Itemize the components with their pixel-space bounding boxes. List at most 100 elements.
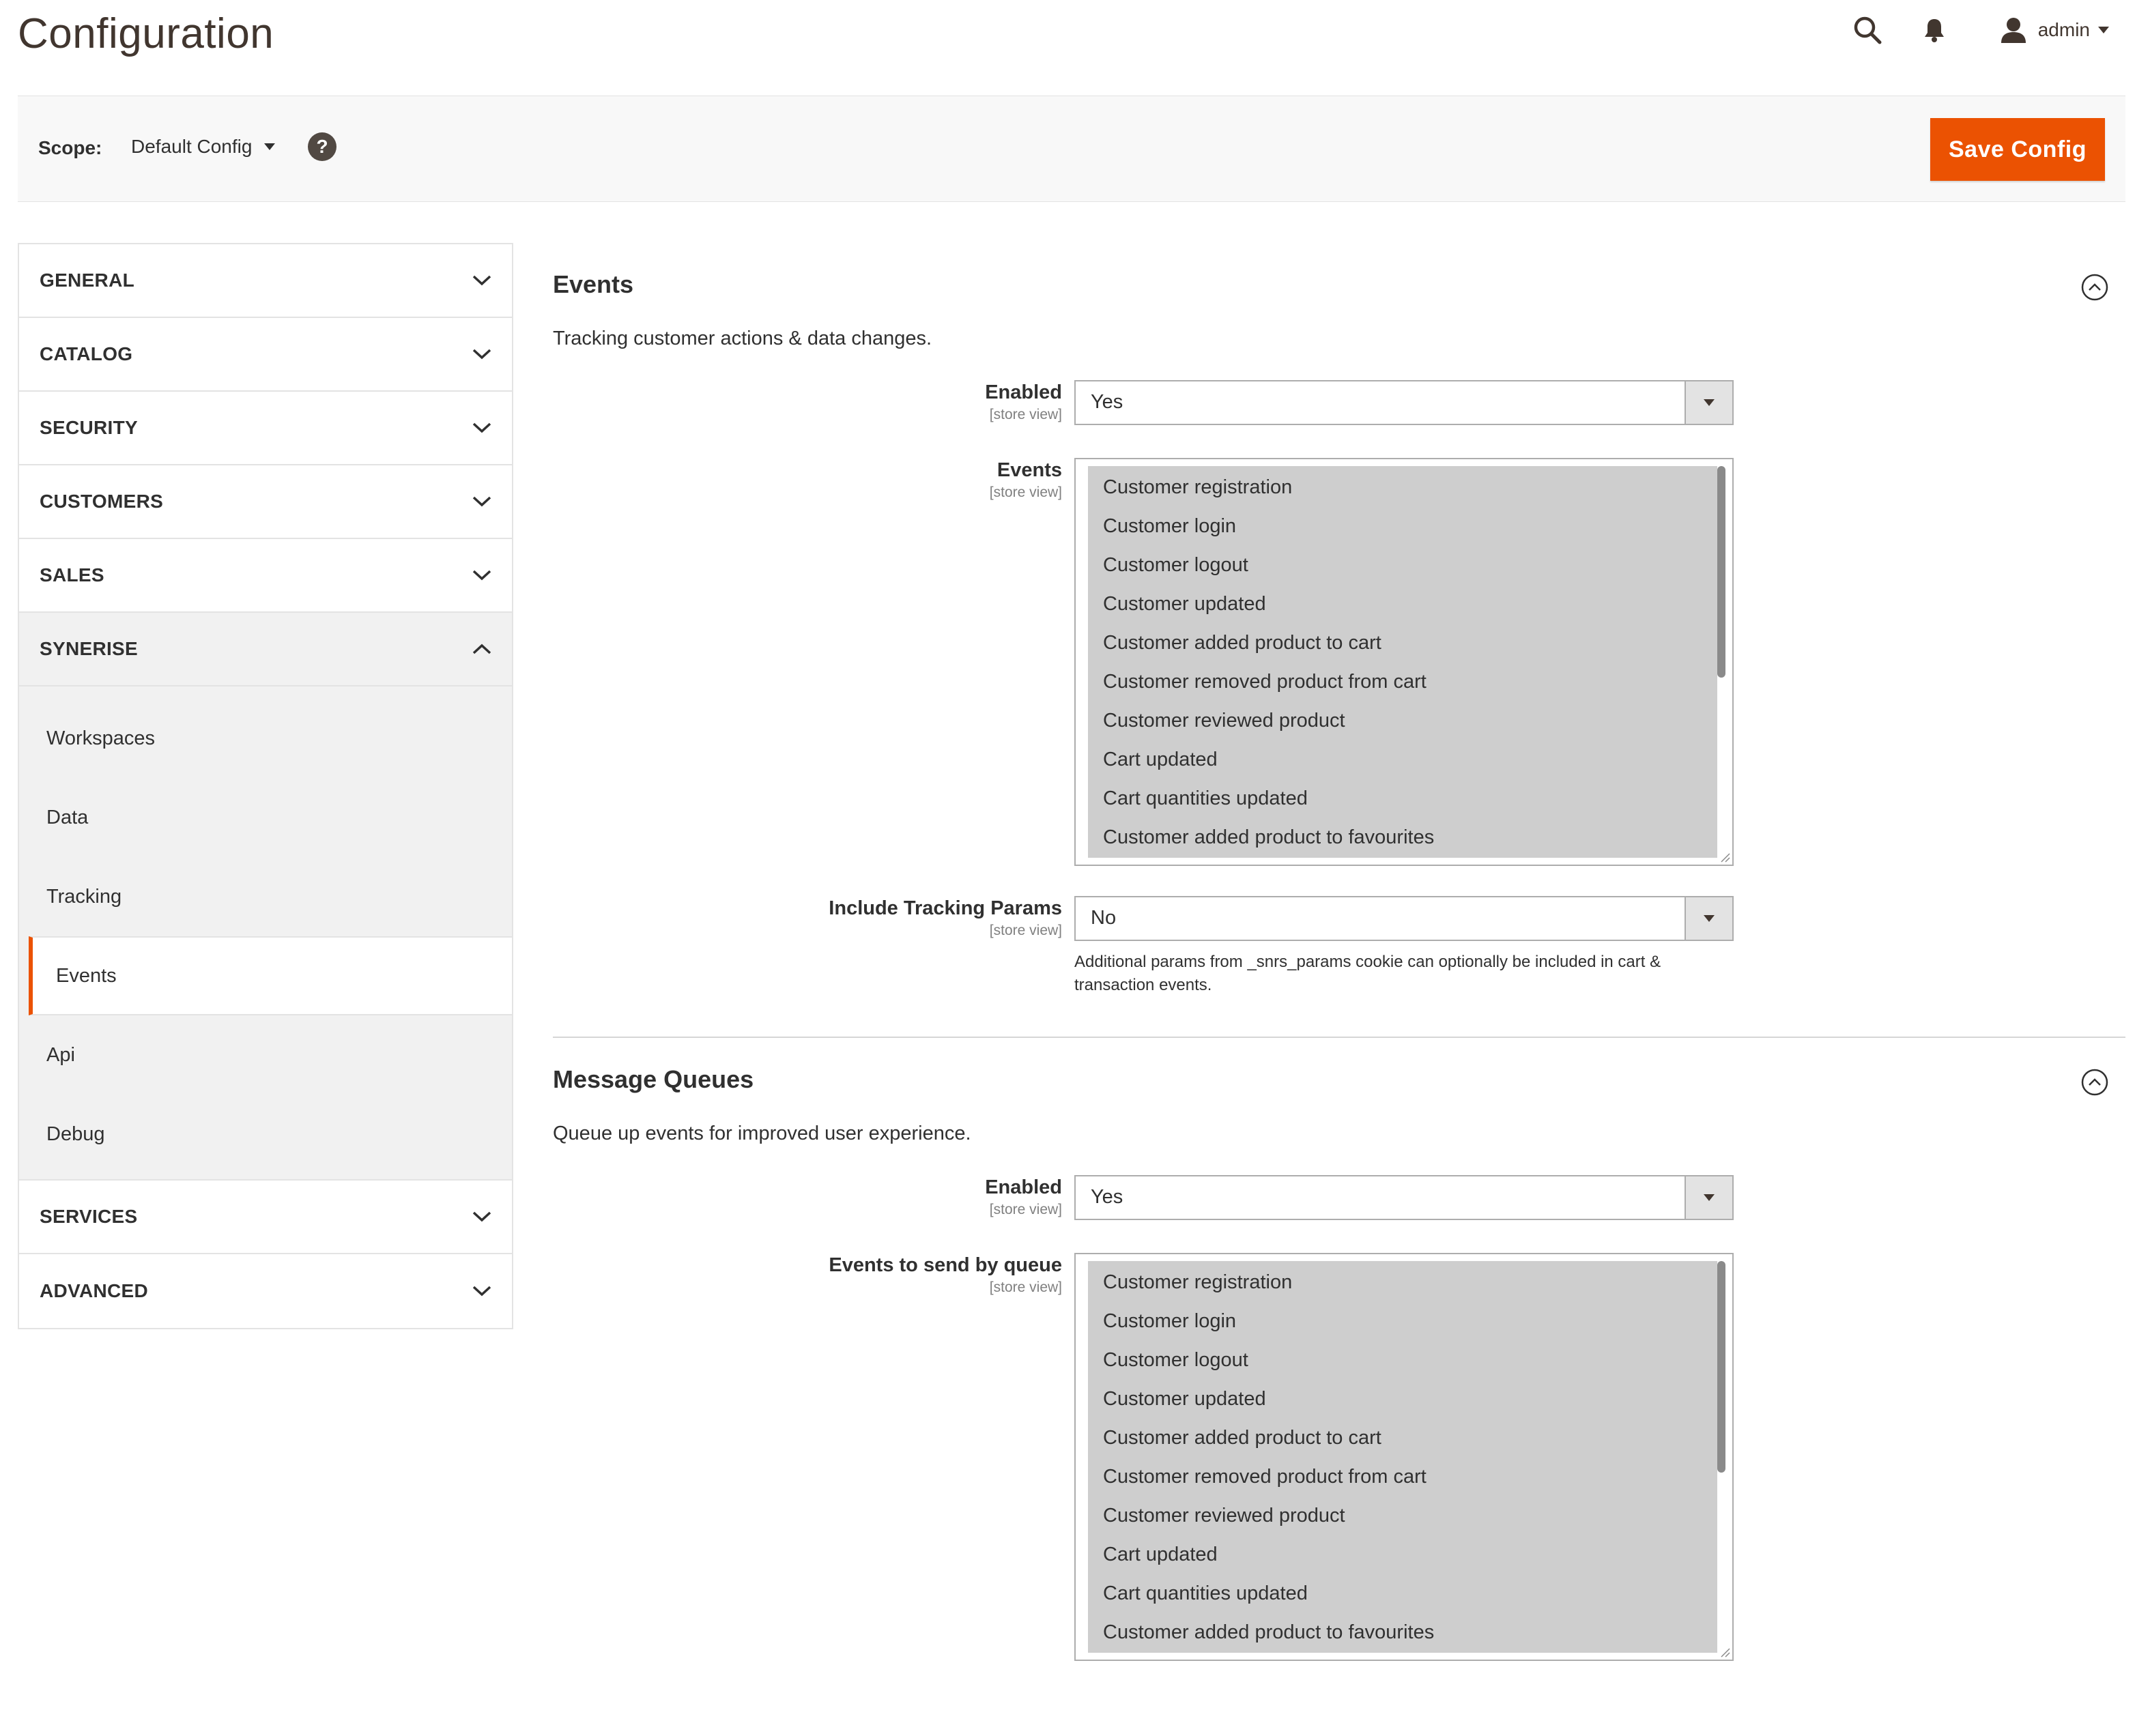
message-queues-section: Message Queues Queue up events for impro… <box>553 1038 2125 1661</box>
search-icon <box>1854 16 1882 44</box>
sidebar-section-customers[interactable]: CUSTOMERS <box>19 465 512 539</box>
option-reviewed-product[interactable]: Customer reviewed product <box>1088 704 1717 742</box>
option-customer-updated[interactable]: Customer updated <box>1088 587 1717 626</box>
option-customer-registration[interactable]: Customer registration <box>1088 470 1717 509</box>
queue-enabled-select[interactable]: Yes <box>1074 1175 1734 1220</box>
field-label: Enabled <box>985 381 1062 403</box>
select-value: No <box>1091 907 1117 929</box>
sidebar-item-data[interactable]: Data <box>19 778 512 857</box>
sidebar-section-title: CUSTOMERS <box>40 491 164 512</box>
collapse-up-icon[interactable] <box>2080 273 2109 302</box>
sidebar-item-api[interactable]: Api <box>19 1015 512 1095</box>
option-cart-updated[interactable]: Cart updated <box>1088 1537 1717 1576</box>
option-customer-logout[interactable]: Customer logout <box>1088 1343 1717 1382</box>
field-queue-events: Events to send by queue [store view] Cus… <box>553 1253 2125 1661</box>
sidebar-section-title: SYNERISE <box>40 638 138 659</box>
notifications-button[interactable] <box>1923 18 1945 42</box>
field-control: Yes <box>1074 1175 1734 1220</box>
save-config-button[interactable]: Save Config <box>1930 118 2105 181</box>
caret-down-icon <box>1704 399 1715 406</box>
field-control: Customer registration Customer login Cus… <box>1074 458 1734 866</box>
multiselect-options: Customer registration Customer login Cus… <box>1088 1261 1717 1653</box>
sidebar-section-catalog[interactable]: CATALOG <box>19 318 512 392</box>
option-added-to-cart[interactable]: Customer added product to cart <box>1088 626 1717 665</box>
sidebar-section-synerise[interactable]: SYNERISE <box>19 613 512 686</box>
multiselect-options: Customer registration Customer login Cus… <box>1088 466 1717 858</box>
bell-icon <box>1924 19 1944 42</box>
chevron-down-icon <box>472 422 491 433</box>
chevron-down-icon <box>472 1286 491 1297</box>
chevron-down-icon <box>472 349 491 360</box>
sidebar-section-title: GENERAL <box>40 270 134 291</box>
field-label-wrap: Events to send by queue [store view] <box>639 1254 1062 1296</box>
queue-events-multiselect[interactable]: Customer registration Customer login Cus… <box>1074 1253 1734 1661</box>
sidebar-section-services[interactable]: SERVICES <box>19 1181 512 1254</box>
field-scope: [store view] <box>989 407 1062 422</box>
option-added-to-favourites[interactable]: Customer added product to favourites <box>1088 820 1717 858</box>
svg-text:?: ? <box>316 136 328 157</box>
option-removed-from-cart[interactable]: Customer removed product from cart <box>1088 665 1717 704</box>
admin-account-menu[interactable]: admin <box>2000 17 2109 43</box>
collapse-up-icon[interactable] <box>2080 1068 2109 1097</box>
select-arrow <box>1685 897 1732 940</box>
field-queue-enabled: Enabled [store view] Yes <box>553 1175 2125 1223</box>
tracking-params-select[interactable]: No <box>1074 896 1734 941</box>
sidebar-section-title: SERVICES <box>40 1206 138 1227</box>
section-description: Queue up events for improved user experi… <box>553 1123 971 1144</box>
sidebar-item-events[interactable]: Events <box>29 936 512 1015</box>
field-scope: [store view] <box>989 1279 1062 1295</box>
option-reviewed-product[interactable]: Customer reviewed product <box>1088 1499 1717 1537</box>
chevron-down-icon <box>472 570 491 581</box>
help-icon[interactable]: ? <box>307 132 337 162</box>
option-customer-registration[interactable]: Customer registration <box>1088 1265 1717 1304</box>
section-description: Tracking customer actions & data changes… <box>553 328 932 349</box>
option-customer-logout[interactable]: Customer logout <box>1088 548 1717 587</box>
option-cart-quantities-updated[interactable]: Cart quantities updated <box>1088 1576 1717 1615</box>
scope-label: Scope: <box>38 137 102 158</box>
option-removed-from-cart[interactable]: Customer removed product from cart <box>1088 1460 1717 1499</box>
option-cart-updated[interactable]: Cart updated <box>1088 742 1717 781</box>
option-added-to-cart[interactable]: Customer added product to cart <box>1088 1421 1717 1460</box>
caret-down-icon <box>2098 27 2109 33</box>
scope-bar: Scope: Default Config ? Save Config <box>18 96 2125 202</box>
field-control: Customer registration Customer login Cus… <box>1074 1253 1734 1661</box>
sidebar-section-title: SALES <box>40 564 104 585</box>
sidebar-section-general[interactable]: GENERAL <box>19 244 512 318</box>
events-enabled-select[interactable]: Yes <box>1074 380 1734 425</box>
sidebar-section-title: ADVANCED <box>40 1280 148 1301</box>
chevron-down-icon <box>472 275 491 286</box>
field-label: Events <box>997 459 1062 481</box>
field-label-wrap: Enabled [store view] <box>639 1176 1062 1218</box>
sidebar-item-workspaces[interactable]: Workspaces <box>19 699 512 778</box>
option-customer-login[interactable]: Customer login <box>1088 1304 1717 1343</box>
chevron-down-icon <box>472 496 491 507</box>
scope-switcher[interactable]: Default Config <box>131 136 276 158</box>
field-label-wrap: Enabled [store view] <box>639 381 1062 423</box>
option-customer-updated[interactable]: Customer updated <box>1088 1382 1717 1421</box>
chevron-down-icon <box>472 1211 491 1222</box>
search-button[interactable] <box>1852 15 1882 45</box>
option-customer-login[interactable]: Customer login <box>1088 509 1717 548</box>
sidebar-item-tracking[interactable]: Tracking <box>19 857 512 936</box>
resize-handle-icon[interactable] <box>1719 851 1731 863</box>
scrollbar-thumb[interactable] <box>1717 466 1725 678</box>
scope-value: Default Config <box>131 136 253 157</box>
sidebar-section-advanced[interactable]: ADVANCED <box>19 1254 512 1328</box>
events-multiselect[interactable]: Customer registration Customer login Cus… <box>1074 458 1734 866</box>
field-tracking-params: Include Tracking Params [store view] No … <box>553 896 2125 997</box>
admin-name: admin <box>2037 19 2090 40</box>
sidebar-section-sales[interactable]: SALES <box>19 539 512 613</box>
resize-handle-icon[interactable] <box>1719 1646 1731 1658</box>
sidebar-item-debug[interactable]: Debug <box>19 1095 512 1174</box>
sidebar-section-security[interactable]: SECURITY <box>19 392 512 465</box>
header-actions: admin <box>1852 10 2109 50</box>
message-queues-section-header[interactable]: Message Queues <box>553 1038 2125 1123</box>
field-events-enabled: Enabled [store view] Yes <box>553 380 2125 428</box>
option-cart-quantities-updated[interactable]: Cart quantities updated <box>1088 781 1717 820</box>
field-label: Include Tracking Params <box>829 897 1062 919</box>
scrollbar-thumb[interactable] <box>1717 1261 1725 1473</box>
config-main: Events Tracking customer actions & data … <box>553 243 2125 1691</box>
option-added-to-favourites[interactable]: Customer added product to favourites <box>1088 1615 1717 1653</box>
field-label: Enabled <box>985 1176 1062 1198</box>
events-section-header[interactable]: Events <box>553 243 2125 328</box>
